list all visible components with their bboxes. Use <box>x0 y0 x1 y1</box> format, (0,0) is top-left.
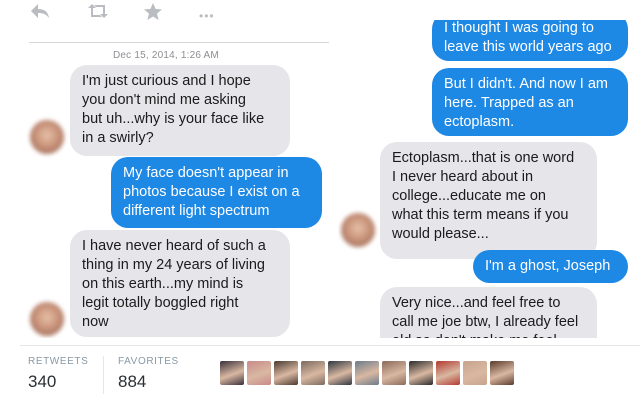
retweets-count[interactable]: 340 <box>28 372 56 392</box>
favoriter-avatar[interactable] <box>247 361 271 385</box>
favorites-count[interactable]: 884 <box>118 372 146 392</box>
favoriter-avatar[interactable] <box>382 361 406 385</box>
message-timestamp: Dec 15, 2014, 1:26 AM <box>113 50 219 61</box>
message-bubble-incoming: I have never heard of such a thing in my… <box>70 230 290 337</box>
favoriter-avatar[interactable] <box>355 361 379 385</box>
favoriter-avatar[interactable] <box>220 361 244 385</box>
favoriter-avatar[interactable] <box>409 361 433 385</box>
favoriter-avatar[interactable] <box>274 361 298 385</box>
message-bubble-outgoing: But I didn't. And now I am here. Trapped… <box>432 68 628 136</box>
retweets-label: RETWEETS <box>28 356 89 367</box>
stats-divider <box>20 345 640 346</box>
header-divider <box>29 42 329 43</box>
favoriter-avatar[interactable] <box>328 361 352 385</box>
message-bubble-outgoing: I'm a ghost, Joseph <box>473 250 628 283</box>
contact-avatar <box>30 120 64 154</box>
star-icon[interactable] <box>143 2 163 21</box>
more-icon[interactable]: ••• <box>199 5 215 27</box>
favoriter-avatar[interactable] <box>490 361 514 385</box>
favoriter-avatar[interactable] <box>463 361 487 385</box>
message-bubble-incoming: Ectoplasm...that is one word I never hea… <box>380 142 597 259</box>
message-bubble-incoming: Very nice...and feel free to call me joe… <box>380 287 597 338</box>
favorites-label: FAVORITES <box>118 356 179 367</box>
contact-avatar <box>341 213 375 247</box>
message-bubble-incoming: I'm just curious and I hope you don't mi… <box>70 65 290 156</box>
message-bubble-outgoing: I thought I was going to leave this worl… <box>432 20 628 61</box>
chat-screenshot-left: Dec 15, 2014, 1:26 AM I'm just curious a… <box>17 32 335 338</box>
reply-icon[interactable] <box>30 2 50 20</box>
stats-separator <box>103 356 104 394</box>
retweet-icon[interactable] <box>86 2 110 20</box>
favoriter-avatar[interactable] <box>301 361 325 385</box>
contact-avatar <box>30 302 64 336</box>
message-bubble-outgoing: My face doesn't appear in photos because… <box>111 157 322 228</box>
chat-screenshot-right: I thought I was going to leave this worl… <box>338 20 638 338</box>
favoriter-avatar[interactable] <box>436 361 460 385</box>
